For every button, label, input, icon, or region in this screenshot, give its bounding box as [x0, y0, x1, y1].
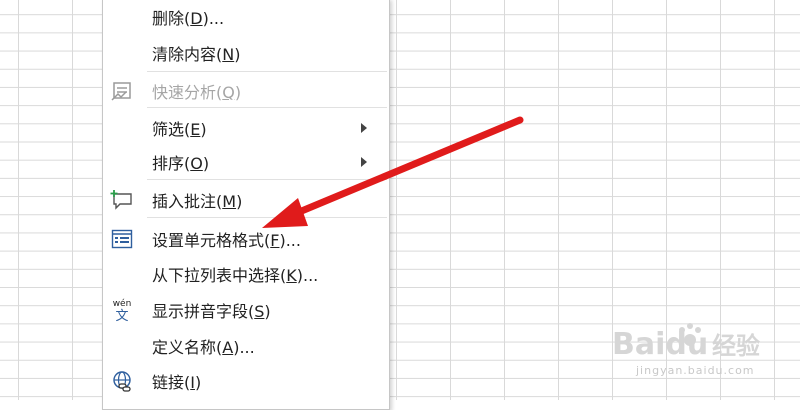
- submenu-arrow-icon: [361, 123, 367, 133]
- menu-item-format-cells[interactable]: 设置单元格格式(F)...: [103, 222, 389, 256]
- menu-item-insert-comment[interactable]: 插入批注(M): [103, 183, 389, 217]
- context-menu: 删除(D)... 清除内容(N) 快速分析(Q) 筛选(E) 排序(O) 插入批…: [102, 0, 390, 410]
- menu-item-label: 删除(D)...: [152, 9, 225, 28]
- menu-separator: [147, 179, 387, 180]
- menu-item-label: 显示拼音字段(S): [152, 302, 271, 321]
- menu-item-label: 快速分析(Q): [152, 83, 242, 102]
- menu-item-show-phonetic[interactable]: wén 文 显示拼音字段(S): [103, 293, 389, 327]
- format-cells-icon: [109, 226, 135, 252]
- menu-item-clear-contents[interactable]: 清除内容(N): [103, 36, 389, 70]
- menu-item-label: 插入批注(M): [152, 192, 243, 211]
- submenu-arrow-icon: [361, 157, 367, 167]
- menu-item-sort[interactable]: 排序(O): [103, 145, 389, 179]
- menu-item-quick-analysis[interactable]: 快速分析(Q): [103, 74, 389, 108]
- menu-item-label: 设置单元格格式(F)...: [152, 231, 301, 250]
- menu-separator: [147, 217, 387, 218]
- menu-item-delete[interactable]: 删除(D)...: [103, 0, 389, 34]
- svg-text:经验: 经验: [712, 332, 760, 360]
- menu-item-label: 筛选(E): [152, 120, 207, 139]
- menu-separator: [147, 107, 387, 108]
- menu-item-pick-from-dropdown[interactable]: 从下拉列表中选择(K)...: [103, 257, 389, 291]
- menu-separator: [147, 71, 387, 72]
- phonetic-guide-icon: wén 文: [109, 297, 135, 324]
- menu-item-label: 排序(O): [152, 154, 210, 173]
- menu-item-filter[interactable]: 筛选(E): [103, 111, 389, 145]
- svg-text:文: 文: [115, 309, 128, 324]
- menu-item-label: 链接(I): [152, 373, 202, 392]
- quick-analysis-icon: [109, 78, 135, 104]
- menu-item-link[interactable]: 链接(I): [103, 364, 389, 398]
- link-icon: [109, 368, 135, 394]
- svg-text:wén: wén: [113, 298, 132, 309]
- menu-item-define-name[interactable]: 定义名称(A)...: [103, 329, 389, 363]
- menu-item-label: 清除内容(N): [152, 45, 241, 64]
- watermark-url: jingyan.baidu.com: [636, 364, 755, 377]
- insert-comment-icon: [109, 187, 135, 213]
- menu-item-label: 定义名称(A)...: [152, 338, 255, 357]
- menu-item-label: 从下拉列表中选择(K)...: [152, 266, 319, 285]
